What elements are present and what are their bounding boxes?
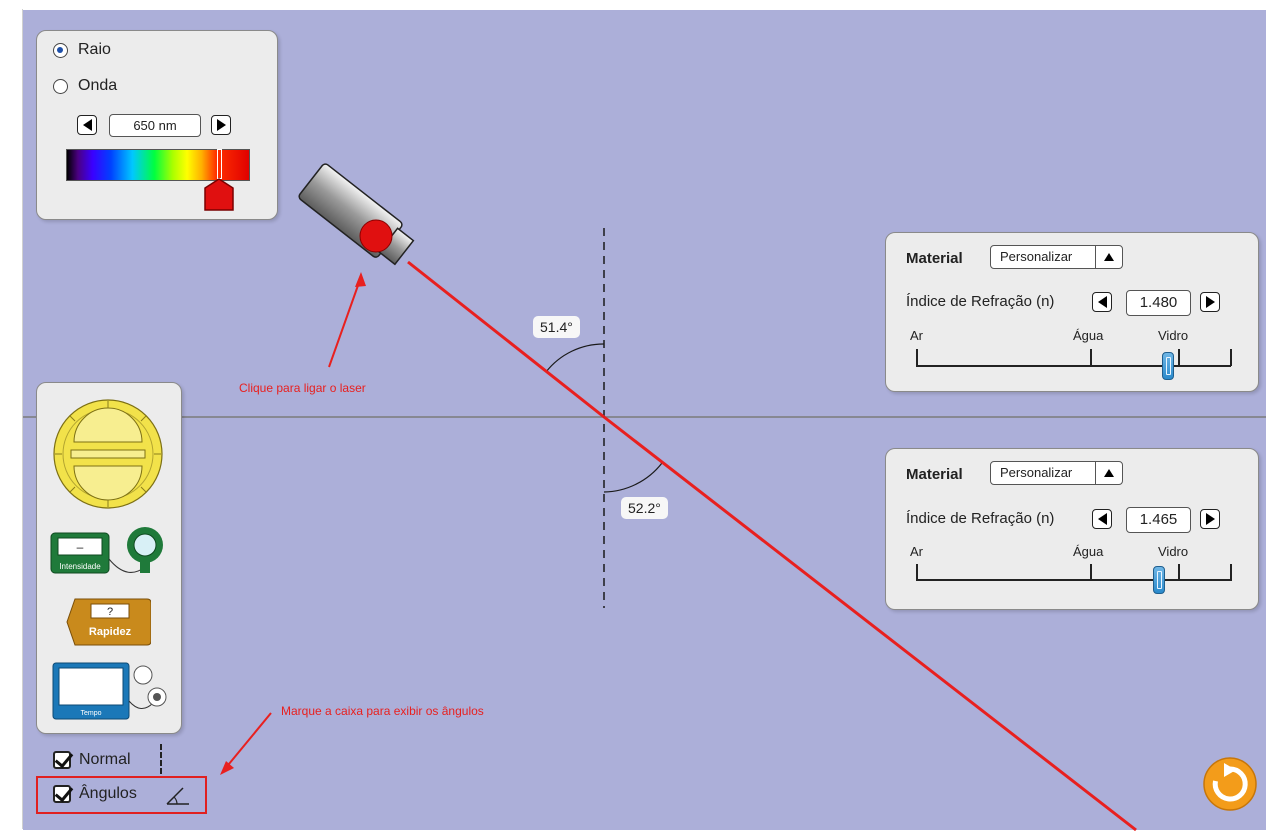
angles-annotation-arrowhead xyxy=(220,761,234,775)
light-mode-panel: Raio Onda 650 nm xyxy=(36,30,278,220)
wave-radio-icon xyxy=(53,78,68,94)
wavelength-decrease-button[interactable] xyxy=(77,115,97,135)
top-material-dropdown[interactable]: Personalizar xyxy=(990,245,1123,269)
angle-icon xyxy=(166,787,189,805)
angles-annotation: Marque a caixa para exibir os ângulos xyxy=(281,704,484,718)
top-index-decrease-button[interactable] xyxy=(1092,292,1112,312)
bottom-index-increase-button[interactable] xyxy=(1200,509,1220,529)
top-scale-tick-right xyxy=(1230,349,1232,366)
laser-power-button xyxy=(359,219,393,253)
intensity-label: Intensidade xyxy=(59,562,101,571)
bottom-index-label: Índice de Refração (n) xyxy=(906,510,1055,527)
top-index-value: 1.480 xyxy=(1126,290,1191,316)
top-index-slider-thumb[interactable] xyxy=(1162,352,1174,380)
angles-annotation-arrow xyxy=(223,712,272,771)
reset-button[interactable] xyxy=(1202,756,1258,812)
top-index-label: Índice de Refração (n) xyxy=(906,293,1055,310)
angles-checkbox-box xyxy=(53,785,71,803)
normal-line-icon xyxy=(160,744,162,774)
right-arrow-icon xyxy=(1205,296,1215,308)
bottom-scale-air: Ar xyxy=(910,544,923,559)
bottom-material-dropdown[interactable]: Personalizar xyxy=(990,461,1123,485)
intensity-meter-tool[interactable]: Intensidade – xyxy=(49,523,169,587)
incident-angle-label: 51.4° xyxy=(533,316,580,338)
intensity-readout: – xyxy=(77,540,84,554)
tools-panel: Intensidade – ? Rapidez Tempo xyxy=(36,382,182,734)
laser-annotation-arrow xyxy=(328,276,362,368)
protractor-tool[interactable] xyxy=(52,398,164,510)
laser-annotation: Clique para ligar o laser xyxy=(239,381,366,395)
normal-checkbox[interactable]: Normal xyxy=(53,751,131,769)
chevron-up-icon xyxy=(1104,253,1114,261)
ray-option-label: Raio xyxy=(78,41,111,58)
top-scale-tick-left xyxy=(916,349,918,366)
refracted-angle-arc xyxy=(603,462,663,493)
left-arrow-icon xyxy=(82,119,92,131)
right-arrow-icon xyxy=(216,119,226,131)
bottom-index-slider-thumb[interactable] xyxy=(1152,566,1165,594)
time-tool[interactable]: Tempo xyxy=(51,661,173,723)
normal-checkbox-box xyxy=(53,751,71,769)
ray-option[interactable]: Raio xyxy=(53,41,111,59)
angles-checkbox-label: Ângulos xyxy=(79,785,137,802)
bottom-material-dropdown-value: Personalizar xyxy=(1000,465,1073,480)
wave-option-label: Onda xyxy=(78,77,118,94)
wavelength-increase-button[interactable] xyxy=(211,115,231,135)
top-material-panel: Material Personalizar Índice de Refração… xyxy=(885,232,1259,392)
bottom-material-label: Material xyxy=(906,466,963,483)
wave-option[interactable]: Onda xyxy=(53,77,117,95)
wavelength-value: 650 nm xyxy=(109,114,201,137)
top-index-slider-track[interactable] xyxy=(916,365,1231,367)
speed-readout: ? xyxy=(107,606,113,618)
bottom-scale-glass: Vidro xyxy=(1158,544,1189,559)
incident-angle-arc xyxy=(545,343,605,373)
bottom-index-slider-track[interactable] xyxy=(916,579,1231,581)
laser-pointer[interactable] xyxy=(290,160,430,280)
bottom-material-panel: Material Personalizar Índice de Refração… xyxy=(885,448,1259,610)
wavelength-slider-marker xyxy=(217,149,222,179)
top-material-dropdown-value: Personalizar xyxy=(1000,249,1073,264)
top-scale-tick-glass xyxy=(1178,349,1180,366)
left-arrow-icon xyxy=(1097,513,1107,525)
bottom-dropdown-divider xyxy=(1095,462,1096,484)
bottom-scale-water: Água xyxy=(1073,544,1104,559)
bottom-index-value: 1.465 xyxy=(1126,507,1191,533)
right-arrow-icon xyxy=(1205,513,1215,525)
top-scale-tick-water xyxy=(1090,349,1092,366)
left-arrow-icon xyxy=(1097,296,1107,308)
angles-checkbox[interactable]: Ângulos xyxy=(53,785,137,803)
top-material-label: Material xyxy=(906,250,963,267)
refracted-angle-label: 52.2° xyxy=(621,497,668,519)
chevron-up-icon xyxy=(1104,469,1114,477)
speed-label: Rapidez xyxy=(89,626,132,638)
wavelength-slider-thumb[interactable] xyxy=(203,178,235,212)
top-scale-glass: Vidro xyxy=(1158,328,1189,343)
time-label: Tempo xyxy=(80,710,101,717)
top-dropdown-divider xyxy=(1095,246,1096,268)
speed-tool[interactable]: ? Rapidez xyxy=(65,597,151,647)
wavelength-spectrum xyxy=(66,149,250,181)
top-index-increase-button[interactable] xyxy=(1200,292,1220,312)
bottom-index-decrease-button[interactable] xyxy=(1092,509,1112,529)
top-scale-air: Ar xyxy=(910,328,923,343)
top-scale-water: Água xyxy=(1073,328,1104,343)
normal-checkbox-label: Normal xyxy=(79,751,131,768)
ray-radio-icon xyxy=(53,42,68,58)
incident-beam xyxy=(407,260,605,419)
